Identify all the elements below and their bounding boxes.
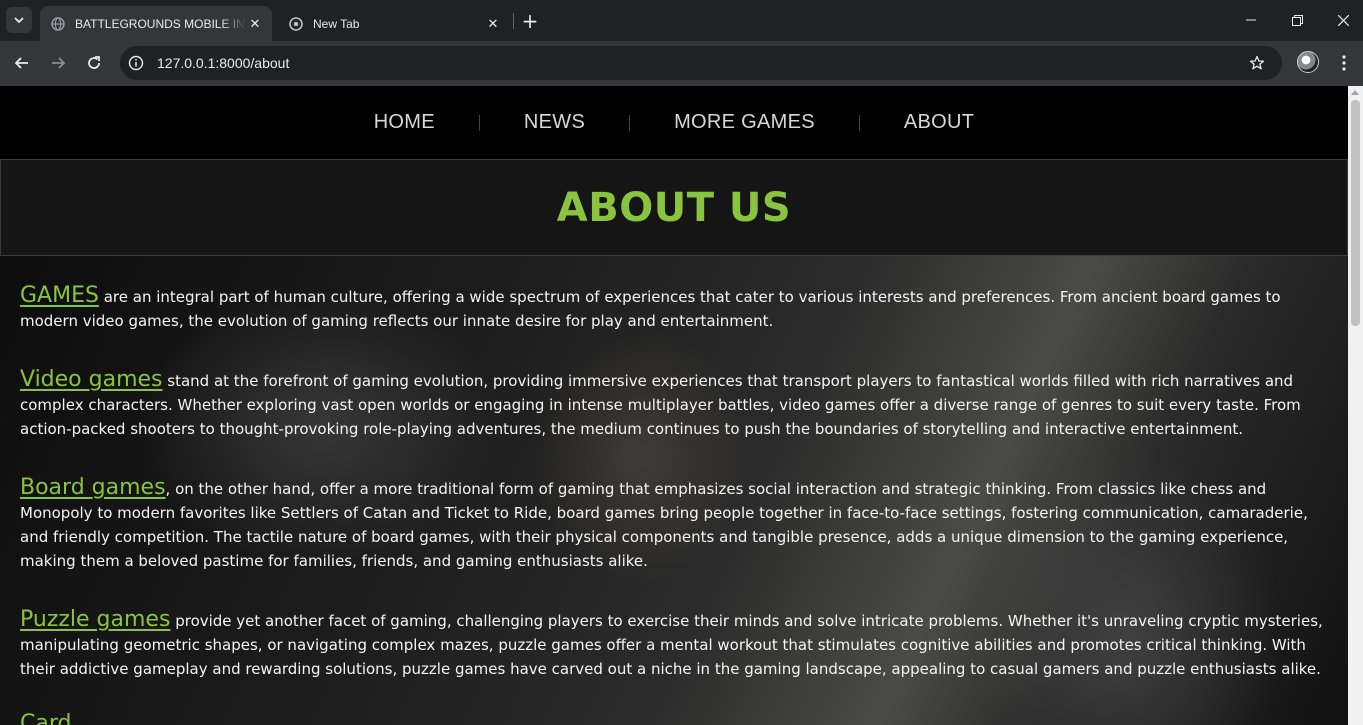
nav-about[interactable]: ABOUT — [860, 111, 1018, 134]
new-tab-button[interactable]: + — [518, 9, 542, 33]
reload-icon[interactable] — [80, 49, 108, 77]
page-title: ABOUT US — [556, 184, 792, 231]
profile-avatar[interactable] — [1297, 51, 1319, 73]
tab-strip: BATTLEGROUNDS MOBILE INDIA ✕ New Tab ✕ + — [0, 0, 1363, 41]
video-games-link[interactable]: Video games — [20, 367, 163, 392]
tab-new-tab[interactable]: New Tab ✕ — [278, 6, 510, 41]
back-arrow-icon[interactable] — [8, 49, 36, 77]
scroll-up-arrow-icon[interactable] — [1351, 90, 1359, 95]
page-viewport: HOME NEWS MORE GAMES ABOUT ABOUT US GAME… — [0, 86, 1348, 725]
close-tab-icon[interactable]: ✕ — [246, 15, 264, 33]
tab-title: New Tab — [313, 16, 360, 31]
more-menu-icon[interactable] — [1334, 49, 1354, 77]
tab-divider — [513, 13, 514, 29]
paragraph-puzzle-games: Puzzle games provide yet another facet o… — [20, 608, 1328, 681]
board-games-link[interactable]: Board games — [20, 475, 166, 500]
bookmark-star-icon[interactable] — [1246, 52, 1268, 74]
browser-toolbar: 127.0.0.1:8000/about — [0, 41, 1363, 86]
card-games-link[interactable]: Card — [20, 711, 71, 725]
close-tab-icon[interactable]: ✕ — [484, 15, 502, 33]
chevron-down-icon — [14, 17, 24, 24]
paragraph-card-games: Card — [20, 712, 1328, 725]
nav-news[interactable]: NEWS — [480, 111, 629, 134]
chrome-icon — [288, 16, 304, 32]
paragraph-board-games: Board games, on the other hand, offer a … — [20, 476, 1328, 573]
close-window-icon[interactable] — [1320, 0, 1363, 40]
tab-search-button[interactable] — [6, 7, 32, 33]
games-link[interactable]: GAMES — [20, 283, 99, 308]
puzzle-games-link[interactable]: Puzzle games — [20, 607, 170, 632]
tab-active[interactable]: BATTLEGROUNDS MOBILE INDIA ✕ — [40, 6, 272, 41]
about-content: GAMES are an integral part of human cult… — [0, 256, 1348, 725]
minimize-icon[interactable] — [1228, 0, 1274, 40]
info-icon[interactable] — [127, 54, 145, 72]
nav-home[interactable]: HOME — [330, 111, 479, 134]
tab-title: BATTLEGROUNDS MOBILE INDIA — [75, 16, 246, 31]
paragraph-text: provide yet another facet of gaming, cha… — [20, 612, 1323, 678]
site-navbar: HOME NEWS MORE GAMES ABOUT — [0, 86, 1348, 159]
url-text: 127.0.0.1:8000/about — [157, 55, 290, 71]
forward-arrow-icon[interactable] — [44, 49, 72, 77]
restore-icon[interactable] — [1274, 0, 1320, 40]
scrollbar-thumb[interactable] — [1351, 100, 1360, 326]
paragraph-text: are an integral part of human culture, o… — [20, 288, 1281, 330]
address-bar[interactable]: 127.0.0.1:8000/about — [120, 46, 1282, 80]
nav-more-games[interactable]: MORE GAMES — [630, 111, 859, 134]
page-scrollbar[interactable] — [1348, 86, 1363, 725]
paragraph-text: stand at the forefront of gaming evoluti… — [20, 372, 1301, 438]
paragraph-text: , on the other hand, offer a more tradit… — [20, 480, 1308, 570]
about-header: ABOUT US — [0, 159, 1348, 256]
paragraph-games: GAMES are an integral part of human cult… — [20, 284, 1328, 333]
globe-icon — [50, 16, 66, 32]
paragraph-video-games: Video games stand at the forefront of ga… — [20, 368, 1328, 441]
